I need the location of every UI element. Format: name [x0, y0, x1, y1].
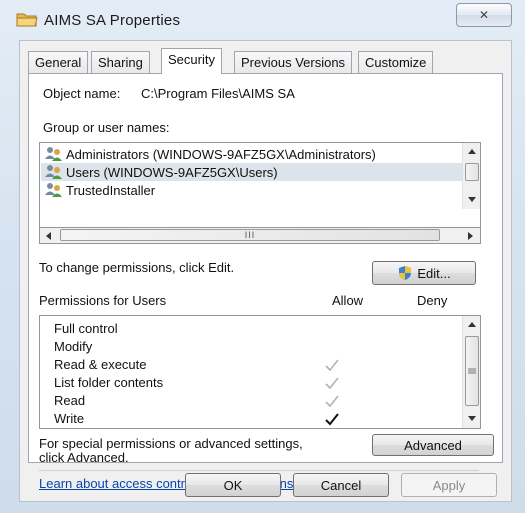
scroll-left-icon[interactable] — [40, 227, 57, 244]
tab-label: Sharing — [98, 55, 143, 70]
separator — [39, 470, 479, 471]
window-title: AIMS SA Properties — [44, 12, 181, 29]
permissions-list: Full control Modify Read & execute List … — [39, 315, 481, 429]
tab-general[interactable]: General — [28, 51, 89, 73]
check-icon-inherited — [325, 359, 339, 372]
object-name-label: Object name: — [43, 86, 121, 101]
tab-label: Security — [168, 52, 215, 67]
permission-name: Write — [54, 411, 85, 426]
advanced-button[interactable]: Advanced — [372, 434, 494, 456]
user-list[interactable]: Administrators (WINDOWS-9AFZ5GX\Administ… — [39, 142, 481, 228]
title-bar: AIMS SA Properties ✕ — [0, 0, 525, 40]
permission-name: Full control — [54, 321, 118, 336]
close-icon: ✕ — [478, 8, 490, 22]
cancel-button[interactable]: Cancel — [293, 473, 389, 497]
user-item-administrators[interactable]: Administrators (WINDOWS-9AFZ5GX\Administ… — [41, 145, 462, 163]
user-name: Administrators (WINDOWS-9AFZ5GX\Administ… — [66, 146, 376, 162]
permissions-vscrollbar[interactable] — [462, 316, 480, 428]
user-group-icon — [45, 183, 62, 197]
ok-button[interactable]: OK — [185, 473, 281, 497]
user-group-icon — [45, 165, 62, 179]
permission-name: Modify — [54, 339, 93, 354]
scroll-thumb[interactable] — [465, 336, 479, 406]
apply-button[interactable]: Apply — [401, 473, 497, 497]
check-icon-inherited — [325, 377, 339, 390]
properties-window: AIMS SA Properties ✕ General Sharing Sec… — [0, 0, 525, 513]
user-list-hscrollbar[interactable]: III — [39, 228, 481, 244]
permission-name: Read & execute — [54, 357, 147, 372]
user-name: Users (WINDOWS-9AFZ5GX\Users) — [66, 164, 278, 180]
ok-button-label: OK — [223, 477, 243, 493]
dialog-client-area: General Sharing Security Previous Versio… — [19, 40, 512, 502]
tab-sharing[interactable]: Sharing — [91, 51, 150, 73]
apply-button-label: Apply — [432, 477, 466, 493]
scroll-thumb[interactable] — [465, 163, 479, 181]
edit-button[interactable]: Edit... — [372, 261, 476, 285]
group-label: Group or user names: — [43, 120, 170, 135]
advanced-button-label: Advanced — [404, 437, 462, 453]
user-item-trustedinstaller[interactable]: TrustedInstaller — [41, 181, 462, 199]
scroll-right-icon[interactable] — [462, 227, 479, 244]
check-icon-inherited — [325, 395, 339, 408]
close-button[interactable]: ✕ — [456, 3, 512, 27]
permission-row: List folder contents — [40, 374, 462, 392]
tab-label: Previous Versions — [241, 55, 346, 70]
shield-icon — [399, 266, 412, 280]
permission-row: Full control — [40, 320, 462, 338]
hscroll-thumb[interactable]: III — [60, 229, 440, 241]
permission-row: Read — [40, 392, 462, 410]
special-permissions-text-2: click Advanced. — [39, 450, 129, 465]
user-group-icon — [45, 147, 62, 161]
tab-label: General — [35, 55, 82, 70]
object-name-value: C:\Program Files\AIMS SA — [141, 86, 295, 101]
folder-icon — [16, 13, 38, 27]
allow-header: Allow — [332, 293, 364, 308]
user-item-users[interactable]: Users (WINDOWS-9AFZ5GX\Users) — [41, 163, 462, 181]
change-permissions-text: To change permissions, click Edit. — [39, 260, 235, 275]
permissions-label: Permissions for Users — [39, 293, 167, 308]
grip-icon — [468, 368, 476, 374]
scroll-down-icon[interactable] — [463, 410, 480, 427]
deny-header: Deny — [417, 293, 448, 308]
scroll-up-icon[interactable] — [463, 316, 480, 333]
scroll-grip: III — [244, 230, 256, 240]
permission-row: Modify — [40, 338, 462, 356]
tab-security[interactable]: Security — [161, 48, 222, 74]
special-permissions-text: For special permissions or advanced sett… — [39, 436, 303, 451]
permission-name: Read — [54, 393, 86, 408]
tab-previous-versions[interactable]: Previous Versions — [234, 51, 353, 73]
user-list-vscrollbar[interactable] — [462, 143, 480, 209]
permission-row: Write — [40, 410, 462, 428]
check-icon — [325, 413, 339, 426]
edit-button-label: Edit... — [417, 265, 451, 281]
cancel-button-label: Cancel — [320, 477, 362, 493]
scroll-down-icon[interactable] — [463, 191, 480, 208]
permission-name: List folder contents — [54, 375, 164, 390]
tab-label: Customize — [365, 55, 427, 70]
security-tab-page: Object name: C:\Program Files\AIMS SA Gr… — [28, 73, 503, 491]
permission-row: Read & execute — [40, 356, 462, 374]
tab-customize[interactable]: Customize — [358, 51, 434, 73]
scroll-up-icon[interactable] — [463, 143, 480, 160]
user-name: TrustedInstaller — [66, 182, 156, 198]
